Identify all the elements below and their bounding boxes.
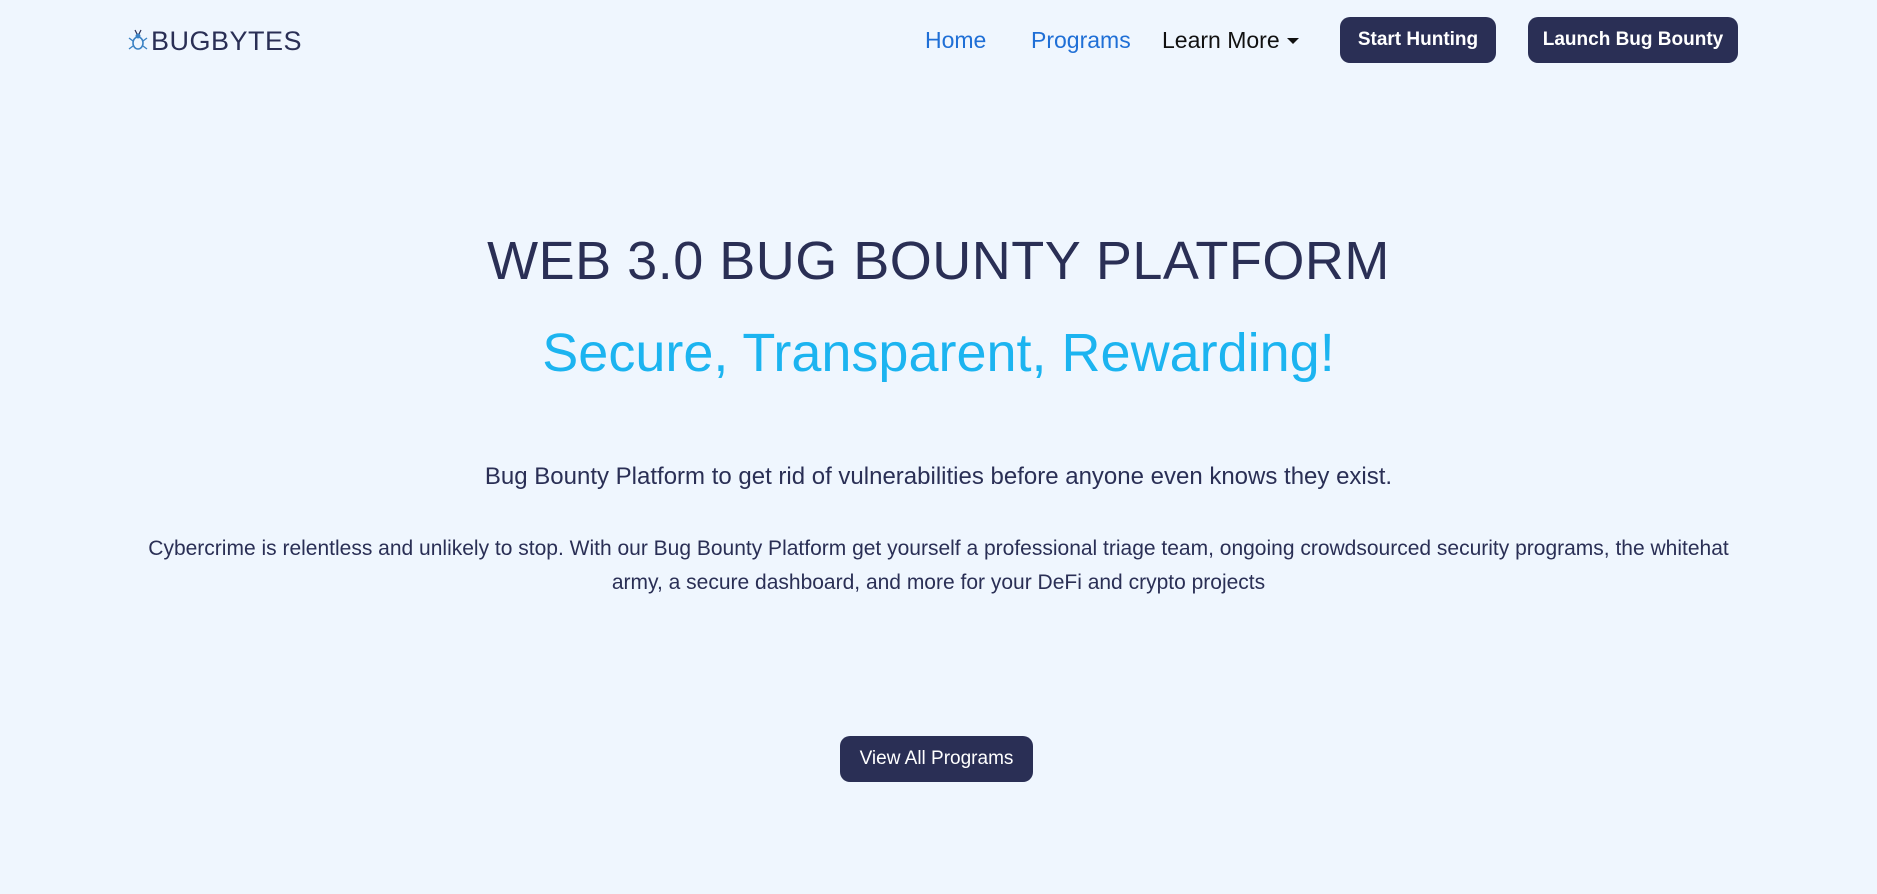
hero-description: Cybercrime is relentless and unlikely to… xyxy=(148,537,1729,594)
caret-down-icon xyxy=(1286,38,1299,44)
page: BUGBYTES Home Programs Learn More Start … xyxy=(0,0,1877,894)
navbar: BUGBYTES Home Programs Learn More Start … xyxy=(0,0,1877,82)
nav-learn-more-label: Learn More xyxy=(1162,27,1280,53)
nav-learn-more-dropdown[interactable]: Learn More xyxy=(1162,26,1299,54)
launch-bug-bounty-button[interactable]: Launch Bug Bounty xyxy=(1528,17,1738,63)
hero-subtitle: Secure, Transparent, Rewarding! xyxy=(542,323,1335,383)
start-hunting-button[interactable]: Start Hunting xyxy=(1340,17,1496,63)
nav-home-link[interactable]: Home xyxy=(925,26,986,54)
bug-icon xyxy=(127,28,149,54)
nav-programs-link[interactable]: Programs xyxy=(1031,26,1131,54)
logo-text: BUGBYTES xyxy=(151,25,303,56)
view-all-programs-button[interactable]: View All Programs xyxy=(840,736,1033,782)
logo-link[interactable]: BUGBYTES xyxy=(127,24,302,58)
hero-lead: Bug Bounty Platform to get rid of vulner… xyxy=(484,463,1393,490)
hero-title: WEB 3.0 BUG BOUNTY PLATFORM xyxy=(487,231,1390,291)
